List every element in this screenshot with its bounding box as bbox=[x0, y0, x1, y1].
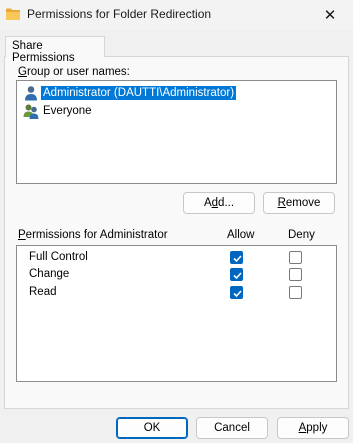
window-title: Permissions for Folder Redirection bbox=[27, 7, 212, 21]
remove-button[interactable]: Remove bbox=[263, 192, 335, 214]
checkmark-icon bbox=[233, 255, 242, 263]
folder-icon bbox=[6, 8, 20, 20]
title-bar: Permissions for Folder Redirection ✕ bbox=[0, 0, 353, 30]
allow-full-control-checkbox[interactable] bbox=[230, 251, 243, 264]
cancel-button[interactable]: Cancel bbox=[196, 417, 268, 439]
group-users-label: Group or user names: bbox=[18, 66, 130, 78]
checkmark-icon bbox=[233, 290, 242, 298]
permission-full-control: Full Control bbox=[29, 251, 88, 263]
close-button[interactable]: ✕ bbox=[307, 0, 353, 30]
deny-header: Deny bbox=[288, 229, 315, 241]
tab-share-permissions[interactable]: Share Permissions bbox=[5, 36, 105, 64]
add-button[interactable]: Ad d... bbox=[183, 192, 255, 214]
group-icon bbox=[23, 104, 39, 119]
deny-read-checkbox[interactable] bbox=[289, 286, 302, 299]
user-listbox[interactable]: Administrator (DAUTTI\Administrator) Eve… bbox=[16, 80, 337, 184]
permission-change: Change bbox=[29, 268, 70, 280]
deny-change-checkbox[interactable] bbox=[289, 268, 302, 281]
close-icon: ✕ bbox=[323, 7, 337, 24]
permissions-list: Full Control Change Read bbox=[16, 245, 337, 382]
list-item-administrator[interactable]: Administrator (DAUTTI\Administrator) bbox=[21, 84, 237, 101]
checkmark-icon bbox=[233, 272, 242, 280]
allow-read-checkbox[interactable] bbox=[230, 286, 243, 299]
allow-header: Allow bbox=[227, 229, 255, 241]
permissions-label: Permissions for Administrator bbox=[18, 229, 168, 241]
deny-full-control-checkbox[interactable] bbox=[289, 251, 302, 264]
user-icon bbox=[25, 85, 37, 100]
allow-change-checkbox[interactable] bbox=[230, 268, 243, 281]
permission-read: Read bbox=[29, 286, 57, 298]
list-item-everyone[interactable]: Everyone bbox=[21, 102, 94, 119]
apply-button[interactable]: Apply bbox=[277, 417, 349, 439]
ok-button[interactable]: OK bbox=[116, 417, 188, 439]
